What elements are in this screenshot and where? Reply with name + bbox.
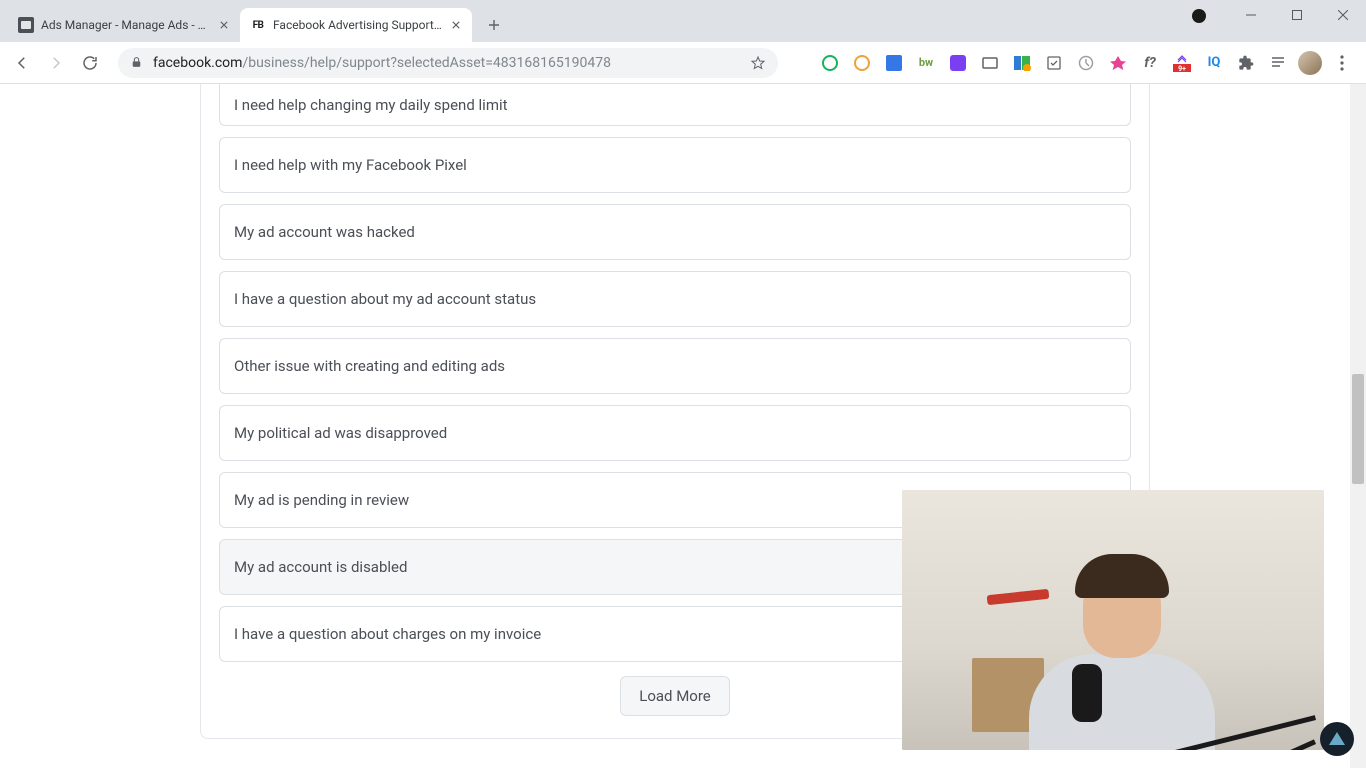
issue-option[interactable]: My political ad was disapproved	[219, 405, 1131, 461]
back-button[interactable]	[6, 47, 38, 79]
webcam-overlay	[902, 490, 1324, 750]
forward-button[interactable]	[40, 47, 72, 79]
address-bar[interactable]: facebook.com/business/help/support?selec…	[118, 48, 778, 78]
browser-toolbar: facebook.com/business/help/support?selec…	[0, 42, 1366, 84]
minimize-button[interactable]	[1228, 0, 1274, 30]
extension-icon[interactable]	[848, 49, 876, 77]
extension-icon[interactable]: 9+	[1168, 49, 1196, 77]
close-icon[interactable]	[216, 17, 232, 33]
close-icon[interactable]	[448, 17, 464, 33]
url-host: facebook.com	[153, 55, 242, 71]
site-favicon	[18, 17, 34, 33]
issue-label: Other issue with creating and editing ad…	[234, 357, 505, 375]
issue-option[interactable]: Other issue with creating and editing ad…	[219, 338, 1131, 394]
issue-label: I need help with my Facebook Pixel	[234, 156, 467, 174]
extensions-menu-icon[interactable]	[1232, 49, 1260, 77]
issue-label: My ad account is disabled	[234, 558, 407, 576]
tabs-row: Ads Manager - Manage Ads - Ca FB Faceboo…	[8, 8, 508, 42]
tab-title: Facebook Advertising Support | F	[273, 18, 442, 32]
close-button[interactable]	[1320, 0, 1366, 30]
load-more-button[interactable]: Load More	[620, 676, 730, 716]
brand-badge-icon	[1320, 722, 1354, 756]
issue-label: My political ad was disapproved	[234, 424, 447, 442]
extension-icon[interactable]	[944, 49, 972, 77]
page-scrollbar[interactable]	[1350, 84, 1366, 768]
titlebar: Ads Manager - Manage Ads - Ca FB Faceboo…	[0, 0, 1366, 42]
new-tab-button[interactable]	[480, 11, 508, 39]
extension-icon[interactable]	[1072, 49, 1100, 77]
issue-label: I have a question about my ad account st…	[234, 290, 536, 308]
issue-option[interactable]: I have a question about my ad account st…	[219, 271, 1131, 327]
chrome-menu-icon[interactable]	[1328, 49, 1356, 77]
reading-list-icon[interactable]	[1264, 49, 1292, 77]
issue-option[interactable]: My ad account was hacked	[219, 204, 1131, 260]
extension-icon[interactable]	[816, 49, 844, 77]
page-viewport: I need help changing my daily spend limi…	[0, 84, 1366, 768]
tab-ads-manager[interactable]: Ads Manager - Manage Ads - Ca	[8, 8, 240, 42]
extension-icon[interactable]	[1008, 49, 1036, 77]
issue-option[interactable]: I need help changing my daily spend limi…	[219, 84, 1131, 126]
extension-icon[interactable]: IQ	[1200, 49, 1228, 77]
tab-title: Ads Manager - Manage Ads - Ca	[41, 18, 210, 32]
issue-option[interactable]: I need help with my Facebook Pixel	[219, 137, 1131, 193]
lock-icon	[130, 56, 143, 69]
reload-button[interactable]	[74, 47, 106, 79]
url-text: facebook.com/business/help/support?selec…	[153, 55, 611, 71]
extension-icon[interactable]	[1040, 49, 1068, 77]
issue-label: My ad account was hacked	[234, 223, 415, 241]
url-path: /business/help/support?selectedAsset=483…	[242, 55, 610, 71]
extension-icon[interactable]: bw	[912, 49, 940, 77]
scroll-thumb[interactable]	[1352, 374, 1364, 484]
profile-avatar[interactable]	[1296, 49, 1324, 77]
extension-icon[interactable]	[880, 49, 908, 77]
browser-chrome: Ads Manager - Manage Ads - Ca FB Faceboo…	[0, 0, 1366, 84]
extension-icon[interactable]	[1104, 49, 1132, 77]
tab-fb-support[interactable]: FB Facebook Advertising Support | F	[240, 8, 472, 42]
issue-label: I have a question about charges on my in…	[234, 625, 541, 643]
issue-label: I need help changing my daily spend limi…	[234, 96, 508, 114]
site-favicon: FB	[250, 17, 266, 33]
presence-indicator-icon	[1192, 9, 1206, 23]
extensions-row: bw f? 9+ IQ	[816, 49, 1360, 77]
extension-icon[interactable]	[976, 49, 1004, 77]
svg-text:9+: 9+	[1178, 65, 1186, 72]
window-controls	[1228, 0, 1366, 30]
extension-icon[interactable]: f?	[1136, 49, 1164, 77]
maximize-button[interactable]	[1274, 0, 1320, 30]
bookmark-star-icon[interactable]	[750, 55, 766, 71]
issue-label: My ad is pending in review	[234, 491, 409, 509]
